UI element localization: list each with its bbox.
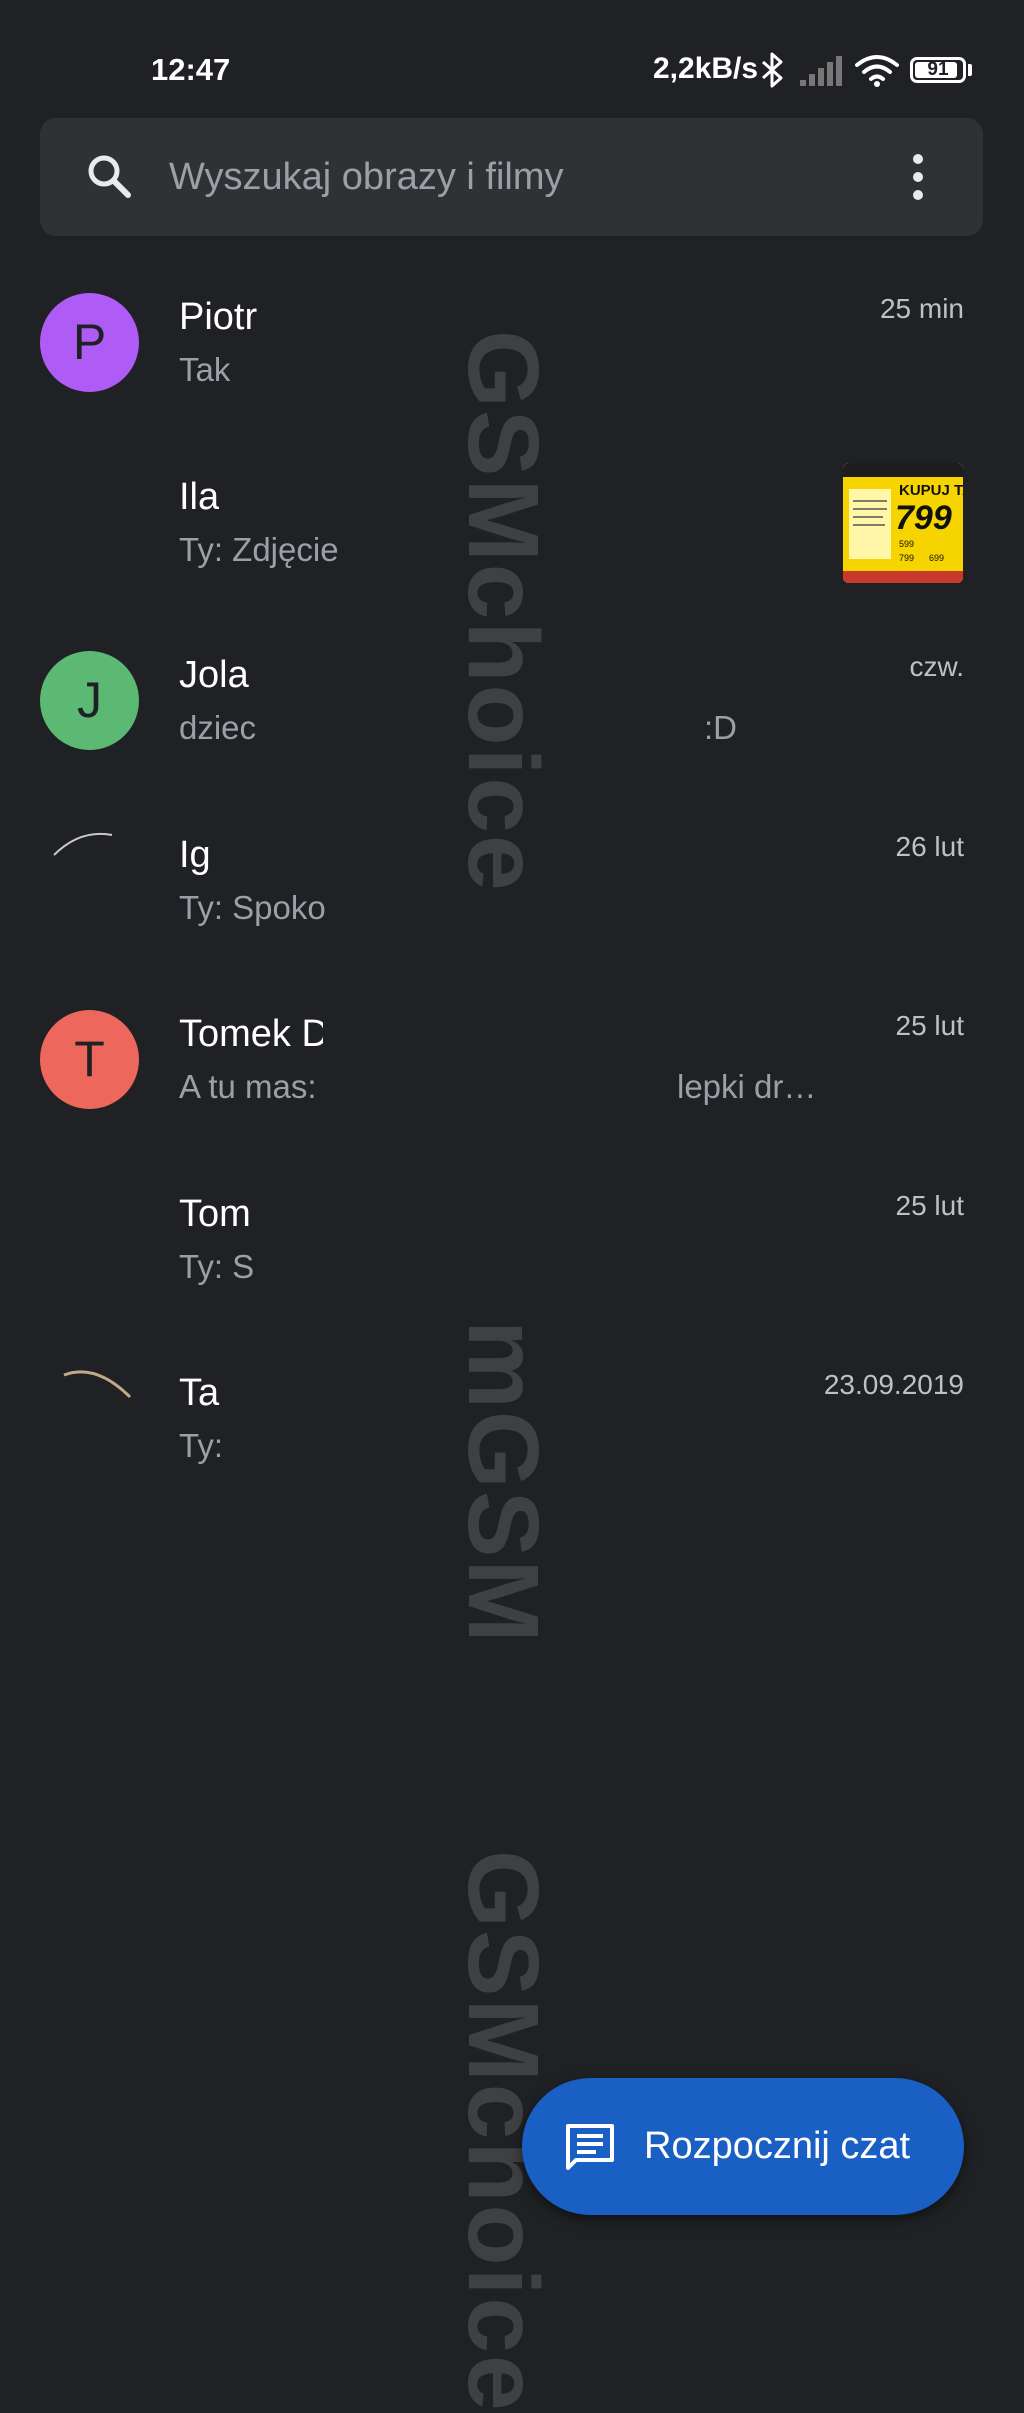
conversation-name: Ila <box>179 476 220 518</box>
conversation-time: 26 lut <box>895 831 965 862</box>
wifi-icon <box>855 53 899 92</box>
conversation-time: 25 lut <box>895 1010 965 1041</box>
thumbnail-price-small: 699 <box>929 553 944 563</box>
thumbnail-price-small: 799 <box>899 553 914 563</box>
image-thumbnail[interactable]: KUPUJ TAN 799 599 799 699 <box>843 463 963 583</box>
conversation-name: Ta <box>179 1372 220 1414</box>
conversation-item[interactable]: Tom Ty: S 25 lut <box>0 1190 1024 1360</box>
conversation-name: Tomek D <box>179 1013 323 1055</box>
network-speed: 2,2kB/s <box>653 52 759 85</box>
conversation-name: Jola <box>179 654 249 696</box>
conversation-item[interactable]: Ta Ty: 23.09.2019 <box>0 1369 1024 1539</box>
status-time: 12:47 <box>151 52 231 87</box>
conversation-item[interactable]: P Piotr Tak 25 min <box>0 293 1024 463</box>
conversation-snippet: Tak <box>179 351 231 388</box>
conversation-snippet: Ty: S <box>179 1248 255 1285</box>
thumbnail-price: 799 <box>895 499 952 537</box>
bluetooth-icon <box>760 52 786 93</box>
conversation-snippet: Ty: Spoko <box>179 889 326 926</box>
thumbnail-header: KUPUJ TAN <box>899 482 963 499</box>
conversation-name: Piotr <box>179 296 258 338</box>
start-chat-button[interactable]: Rozpocznij czat <box>522 2078 964 2215</box>
conversation-snippet: Ty: Zdjęcie <box>179 531 339 568</box>
battery-tip <box>968 64 972 76</box>
conversation-snippet-tail: lepki dr… <box>677 1068 817 1105</box>
conversation-time: 25 min <box>879 293 964 324</box>
battery-level: 91 <box>927 59 949 80</box>
conversation-snippet-tail: :D <box>704 709 737 746</box>
conversation-item[interactable]: Ig Ty: Spoko 26 lut <box>0 831 1024 1001</box>
avatar <box>40 1369 139 1468</box>
conversation-item[interactable]: T Tomek D A tu mas: lepki dr… 25 lut <box>0 1010 1024 1180</box>
conversation-snippet: dziec <box>179 709 257 746</box>
signal-icon <box>800 56 842 91</box>
search-input[interactable]: Wyszukaj obrazy i filmy <box>169 156 564 199</box>
avatar: J <box>40 651 139 750</box>
conversation-time: 25 lut <box>895 1190 965 1221</box>
thumbnail-price-small: 599 <box>899 539 914 549</box>
battery-icon: 91 <box>910 57 966 83</box>
avatar: T <box>40 1010 139 1109</box>
start-chat-label: Rozpocznij czat <box>644 2125 911 2167</box>
search-icon[interactable] <box>84 151 136 208</box>
search-bar[interactable]: Wyszukaj obrazy i filmy <box>40 118 983 236</box>
conversation-name: Tom <box>179 1193 251 1235</box>
conversation-item[interactable]: Ila Ty: Zdjęcie KUPUJ TAN 799 599 799 69… <box>0 463 1024 643</box>
more-vert-icon[interactable] <box>908 154 928 200</box>
conversation-snippet: Ty: <box>179 1427 224 1464</box>
chat-icon <box>564 2122 616 2175</box>
conversation-time: czw. <box>909 651 964 682</box>
conversation-item[interactable]: J Jola dziec :D czw. <box>0 651 1024 821</box>
avatar: P <box>40 293 139 392</box>
conversation-time: 23.09.2019 <box>823 1369 964 1400</box>
conversation-snippet: A tu mas: <box>179 1068 317 1105</box>
conversation-name: Ig <box>179 834 209 876</box>
avatar <box>40 831 139 930</box>
